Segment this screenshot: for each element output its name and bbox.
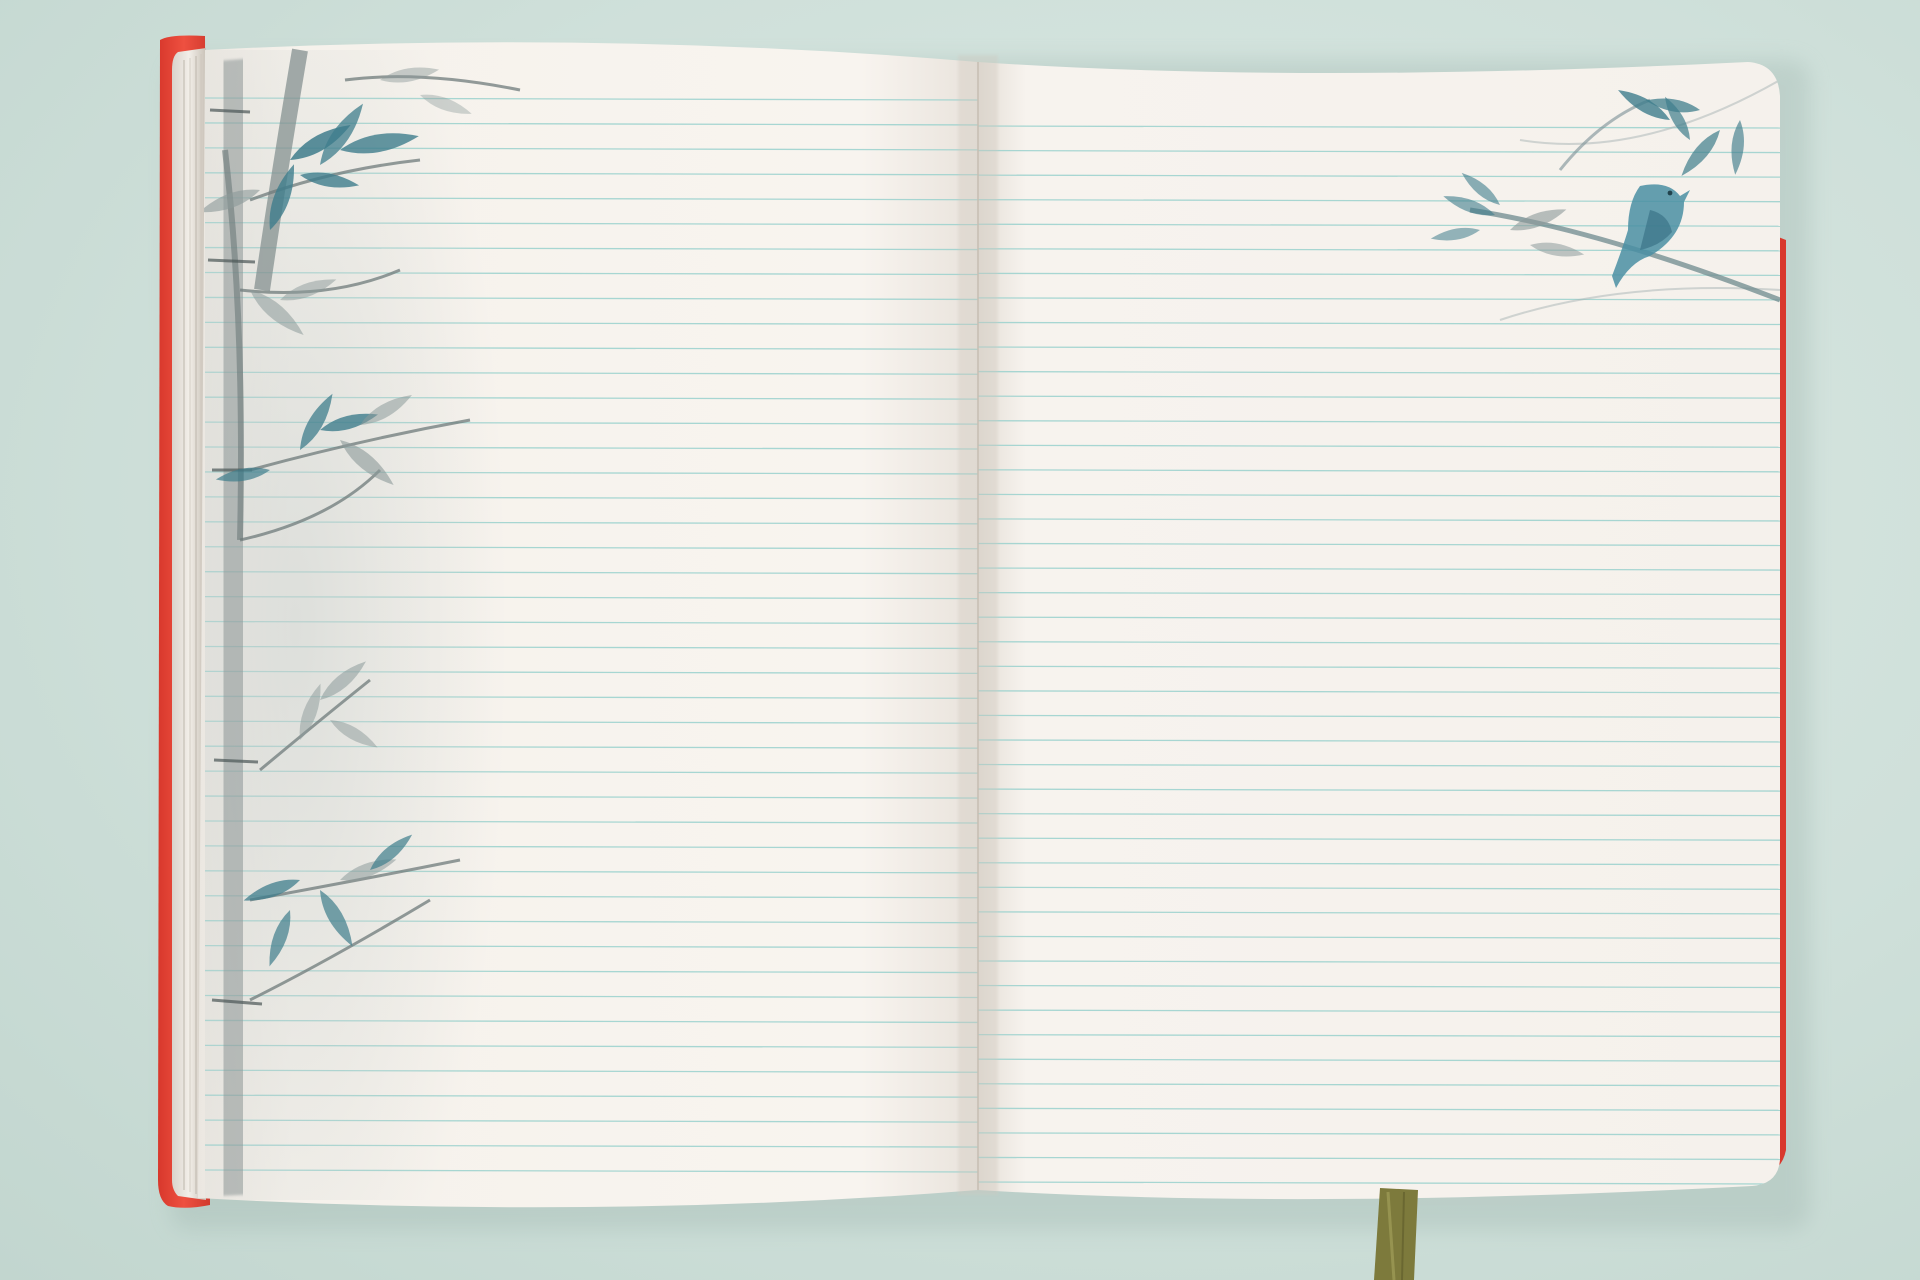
open-notebook	[158, 35, 1810, 1280]
ribbon-bookmark	[1374, 1188, 1418, 1280]
photo-scene	[0, 0, 1920, 1280]
bamboo-illustration	[198, 48, 521, 1200]
left-page	[198, 42, 978, 1208]
gutter	[958, 55, 998, 1195]
right-page	[978, 62, 1780, 1200]
